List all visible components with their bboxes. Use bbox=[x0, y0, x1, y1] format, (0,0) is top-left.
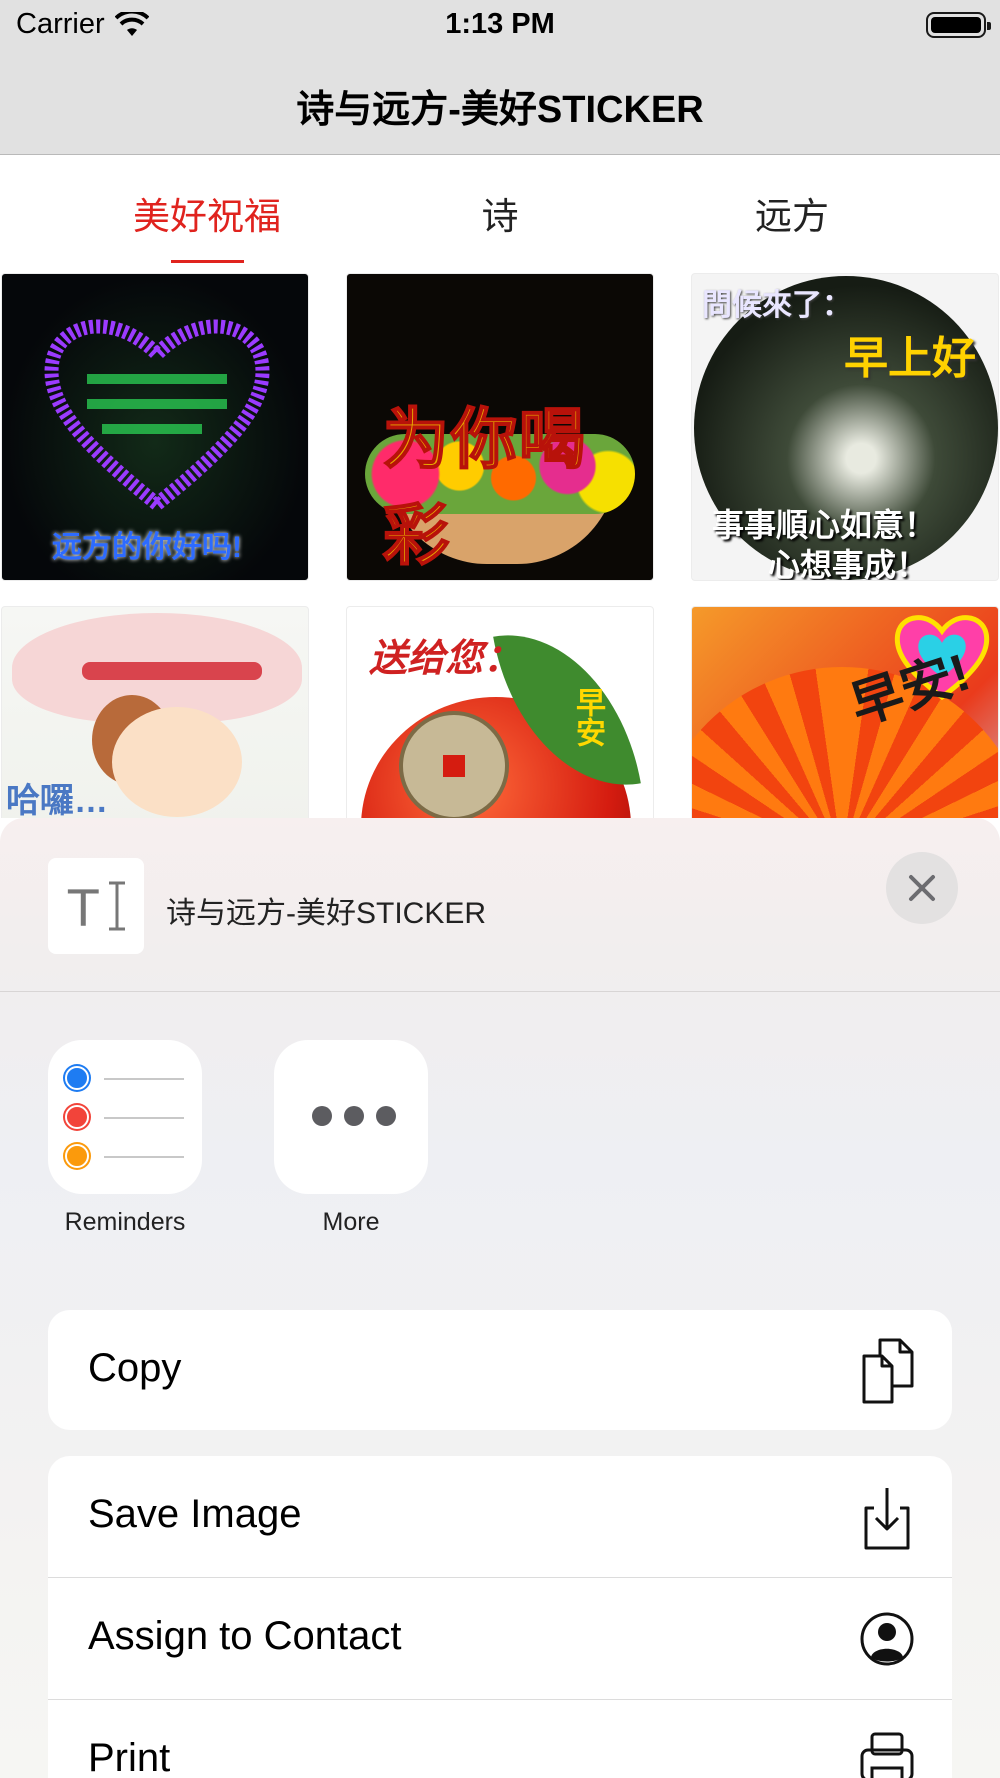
sticker-item[interactable]: 远方的你好吗! bbox=[1, 273, 309, 581]
tab-blessings[interactable]: 美好祝福 bbox=[107, 186, 307, 240]
coin-graphic bbox=[399, 711, 509, 818]
share-app-more[interactable]: More bbox=[266, 1040, 436, 1237]
copy-icon bbox=[862, 1338, 914, 1404]
status-time: 1:13 PM bbox=[445, 8, 555, 40]
contact-icon bbox=[860, 1612, 914, 1666]
printer-icon bbox=[860, 1732, 914, 1778]
sticker-caption: 送给您： bbox=[369, 638, 522, 680]
tab-poetry[interactable]: 诗 bbox=[400, 186, 600, 240]
reminder-line bbox=[104, 1117, 184, 1119]
share-app-reminders[interactable]: Reminders bbox=[40, 1040, 210, 1237]
navigation-bar: 诗与远方-美好STICKER bbox=[0, 52, 1000, 155]
reminder-line bbox=[104, 1156, 184, 1158]
reminder-dot-red bbox=[65, 1105, 89, 1129]
save-download-icon bbox=[864, 1488, 910, 1550]
preview-thumbnail: T bbox=[48, 858, 144, 954]
sticker-caption: 为你喝彩 bbox=[382, 401, 587, 573]
action-label: Print bbox=[88, 1736, 171, 1778]
share-apps-row: Reminders More bbox=[0, 992, 1000, 1254]
more-dots-icon bbox=[274, 1040, 428, 1194]
action-group: Copy bbox=[48, 1310, 952, 1430]
battery-icon bbox=[926, 12, 991, 38]
action-print[interactable]: Print bbox=[48, 1700, 952, 1778]
reminder-line bbox=[104, 1078, 184, 1080]
action-copy[interactable]: Copy bbox=[48, 1310, 952, 1430]
sticker-caption: 心想事成！ bbox=[768, 547, 929, 581]
action-label: Save Image bbox=[88, 1492, 302, 1536]
sticker-item[interactable]: 送给您： 早安 bbox=[346, 606, 654, 818]
sticker-caption: 哈囉… bbox=[6, 782, 108, 818]
close-button[interactable] bbox=[886, 852, 958, 924]
category-tabs: 美好祝福 诗 远方 bbox=[0, 156, 1000, 266]
sticker-item[interactable]: 哈囉… bbox=[1, 606, 309, 818]
sticker-item[interactable]: 問候來了： 早上好 事事順心如意！ 心想事成！ bbox=[691, 273, 999, 581]
heart-graphic bbox=[44, 319, 270, 513]
share-sheet: T 诗与远方-美好STICKER Reminders More Copy Sav… bbox=[0, 818, 1000, 1778]
text-cursor-icon: T bbox=[68, 880, 99, 938]
sticker-caption: 早安 bbox=[571, 687, 604, 747]
sticker-caption: 早上好 bbox=[844, 334, 976, 383]
dot bbox=[376, 1106, 396, 1126]
more-dots bbox=[312, 1106, 396, 1126]
action-label: Assign to Contact bbox=[88, 1614, 402, 1658]
close-icon bbox=[909, 875, 935, 901]
share-sheet-header: T 诗与远方-美好STICKER bbox=[0, 818, 1000, 992]
dot bbox=[312, 1106, 332, 1126]
share-preview-title: 诗与远方-美好STICKER bbox=[166, 897, 487, 930]
sticker-grid: 远方的你好吗! 为你喝彩 問候來了： 早上好 事事順心如意！ 心想事成！ 哈囉…… bbox=[0, 273, 1000, 818]
reminder-dot-blue bbox=[65, 1066, 89, 1090]
battery-nub bbox=[987, 22, 991, 30]
action-label: Copy bbox=[88, 1346, 182, 1390]
share-app-label: More bbox=[322, 1208, 380, 1236]
share-app-label: Reminders bbox=[64, 1208, 186, 1236]
face-graphic bbox=[112, 707, 242, 817]
action-save-image[interactable]: Save Image bbox=[48, 1456, 952, 1578]
page-title: 诗与远方-美好STICKER bbox=[296, 89, 704, 131]
sticker-caption: 远方的你好吗! bbox=[52, 531, 242, 564]
status-bar: Carrier 1:13 PM bbox=[0, 0, 1000, 52]
battery-fill bbox=[931, 17, 981, 33]
hat-band-graphic bbox=[82, 662, 262, 680]
reminder-dot-orange bbox=[65, 1144, 89, 1168]
sticker-item[interactable]: 早安! bbox=[691, 606, 999, 818]
tab-active-indicator bbox=[171, 260, 244, 263]
sticker-caption: 問候來了： bbox=[702, 289, 852, 322]
reminders-icon bbox=[48, 1040, 202, 1194]
sticker-item[interactable]: 为你喝彩 bbox=[346, 273, 654, 581]
action-group: Save Image Assign to Contact Print bbox=[48, 1456, 952, 1778]
action-assign-contact[interactable]: Assign to Contact bbox=[48, 1578, 952, 1700]
ibeam-icon bbox=[109, 881, 125, 931]
dot bbox=[344, 1106, 364, 1126]
tab-distance[interactable]: 远方 bbox=[692, 186, 892, 240]
